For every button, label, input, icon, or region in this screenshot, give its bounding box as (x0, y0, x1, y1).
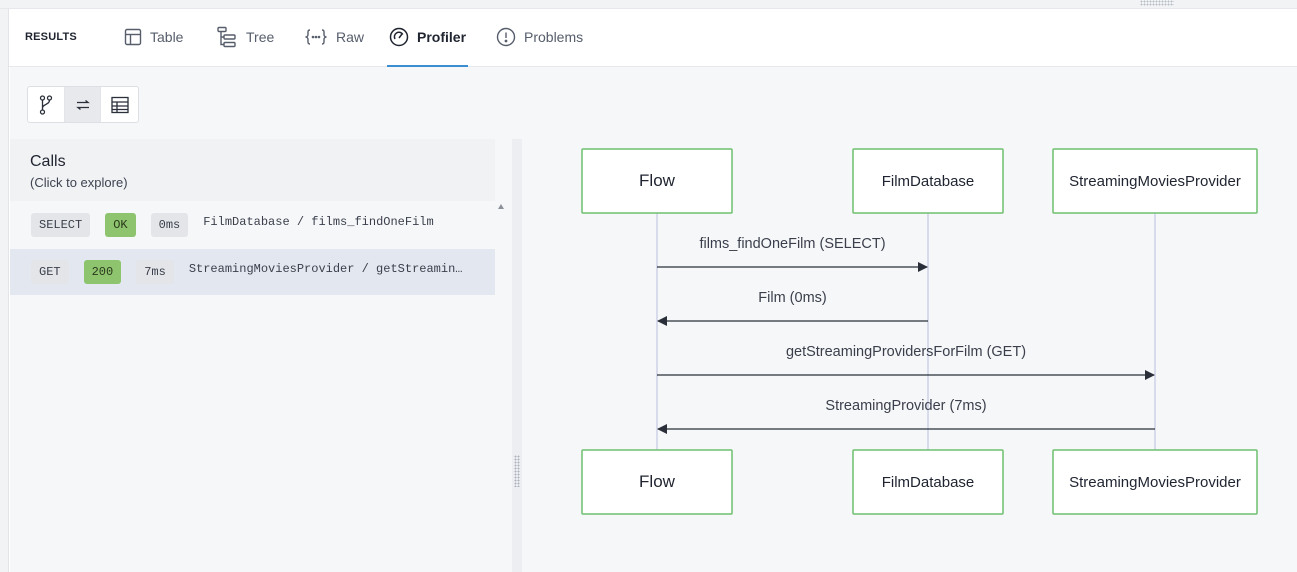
method-badge: GET (31, 260, 69, 284)
sequence-view-button[interactable] (64, 87, 102, 122)
tab-profiler[interactable]: Profiler (387, 23, 469, 67)
tab-table[interactable]: Table (124, 23, 183, 67)
grid-view-button[interactable] (101, 87, 138, 122)
scroll-up-arrow[interactable] (498, 204, 504, 209)
message-label: getStreamingProvidersForFilm (GET) (786, 344, 1026, 360)
profiler-content: Calls (Click to explore) SELECT OK 0ms F… (10, 67, 1297, 572)
call-row[interactable]: SELECT OK 0ms FilmDatabase / films_findO… (10, 202, 495, 248)
branch-icon (39, 94, 52, 115)
splitter-grip[interactable] (514, 455, 520, 487)
view-toggle (27, 86, 139, 123)
participant-label: Flow (639, 472, 676, 491)
duration-badge: 0ms (150, 213, 189, 237)
tab-profiler-label: Profiler (417, 29, 467, 45)
calls-header: Calls (Click to explore) (10, 139, 495, 201)
participant-label: StreamingMoviesProvider (1069, 173, 1241, 190)
left-edge (0, 9, 9, 572)
top-strip (0, 0, 1297, 9)
swap-icon (75, 99, 90, 110)
participant-label: Flow (639, 171, 676, 190)
participant-label: FilmDatabase (882, 173, 975, 190)
participant-label: StreamingMoviesProvider (1069, 474, 1241, 491)
tab-raw[interactable]: Raw (304, 23, 364, 67)
message-label: films_findOneFilm (SELECT) (699, 236, 885, 252)
braces-icon (305, 29, 327, 45)
calls-subtitle: (Click to explore) (30, 175, 128, 190)
status-badge: OK (105, 213, 136, 237)
table-icon (124, 28, 142, 46)
call-row[interactable]: GET 200 7ms StreamingMoviesProvider / ge… (10, 249, 495, 295)
call-path: StreamingMoviesProvider / getStreamingPr… (188, 262, 469, 276)
calls-title: Calls (30, 153, 66, 170)
status-badge: 200 (83, 260, 122, 284)
panel-splitter[interactable] (512, 139, 522, 572)
tab-raw-label: Raw (336, 29, 365, 45)
tab-tree-label: Tree (246, 29, 275, 45)
tree-icon (217, 26, 236, 48)
grid-icon (111, 96, 129, 113)
branch-view-button[interactable] (28, 87, 65, 122)
tab-problems[interactable]: Problems (496, 23, 583, 67)
call-path: FilmDatabase / films_findOneFilm (203, 215, 434, 229)
sequence-diagram: Flow Flow FilmDatabase FilmDatabase Streamin… (522, 139, 1297, 572)
message-label: StreamingProvider (7ms) (825, 398, 986, 414)
duration-badge: 7ms (136, 260, 174, 284)
tab-problems-label: Problems (524, 29, 584, 45)
alert-circle-icon (496, 27, 516, 47)
results-header: RESULTS Table Tree Raw Profiler Problems (9, 9, 1297, 67)
participant-label: FilmDatabase (882, 474, 975, 491)
method-badge: SELECT (31, 213, 91, 237)
gauge-icon (389, 27, 409, 47)
results-label: RESULTS (25, 31, 77, 43)
tab-tree[interactable]: Tree (216, 23, 274, 67)
tab-table-label: Table (150, 29, 184, 45)
calls-panel: Calls (Click to explore) SELECT OK 0ms F… (10, 139, 504, 572)
message-label: Film (0ms) (758, 290, 826, 306)
resize-grip-top[interactable] (1140, 0, 1174, 6)
